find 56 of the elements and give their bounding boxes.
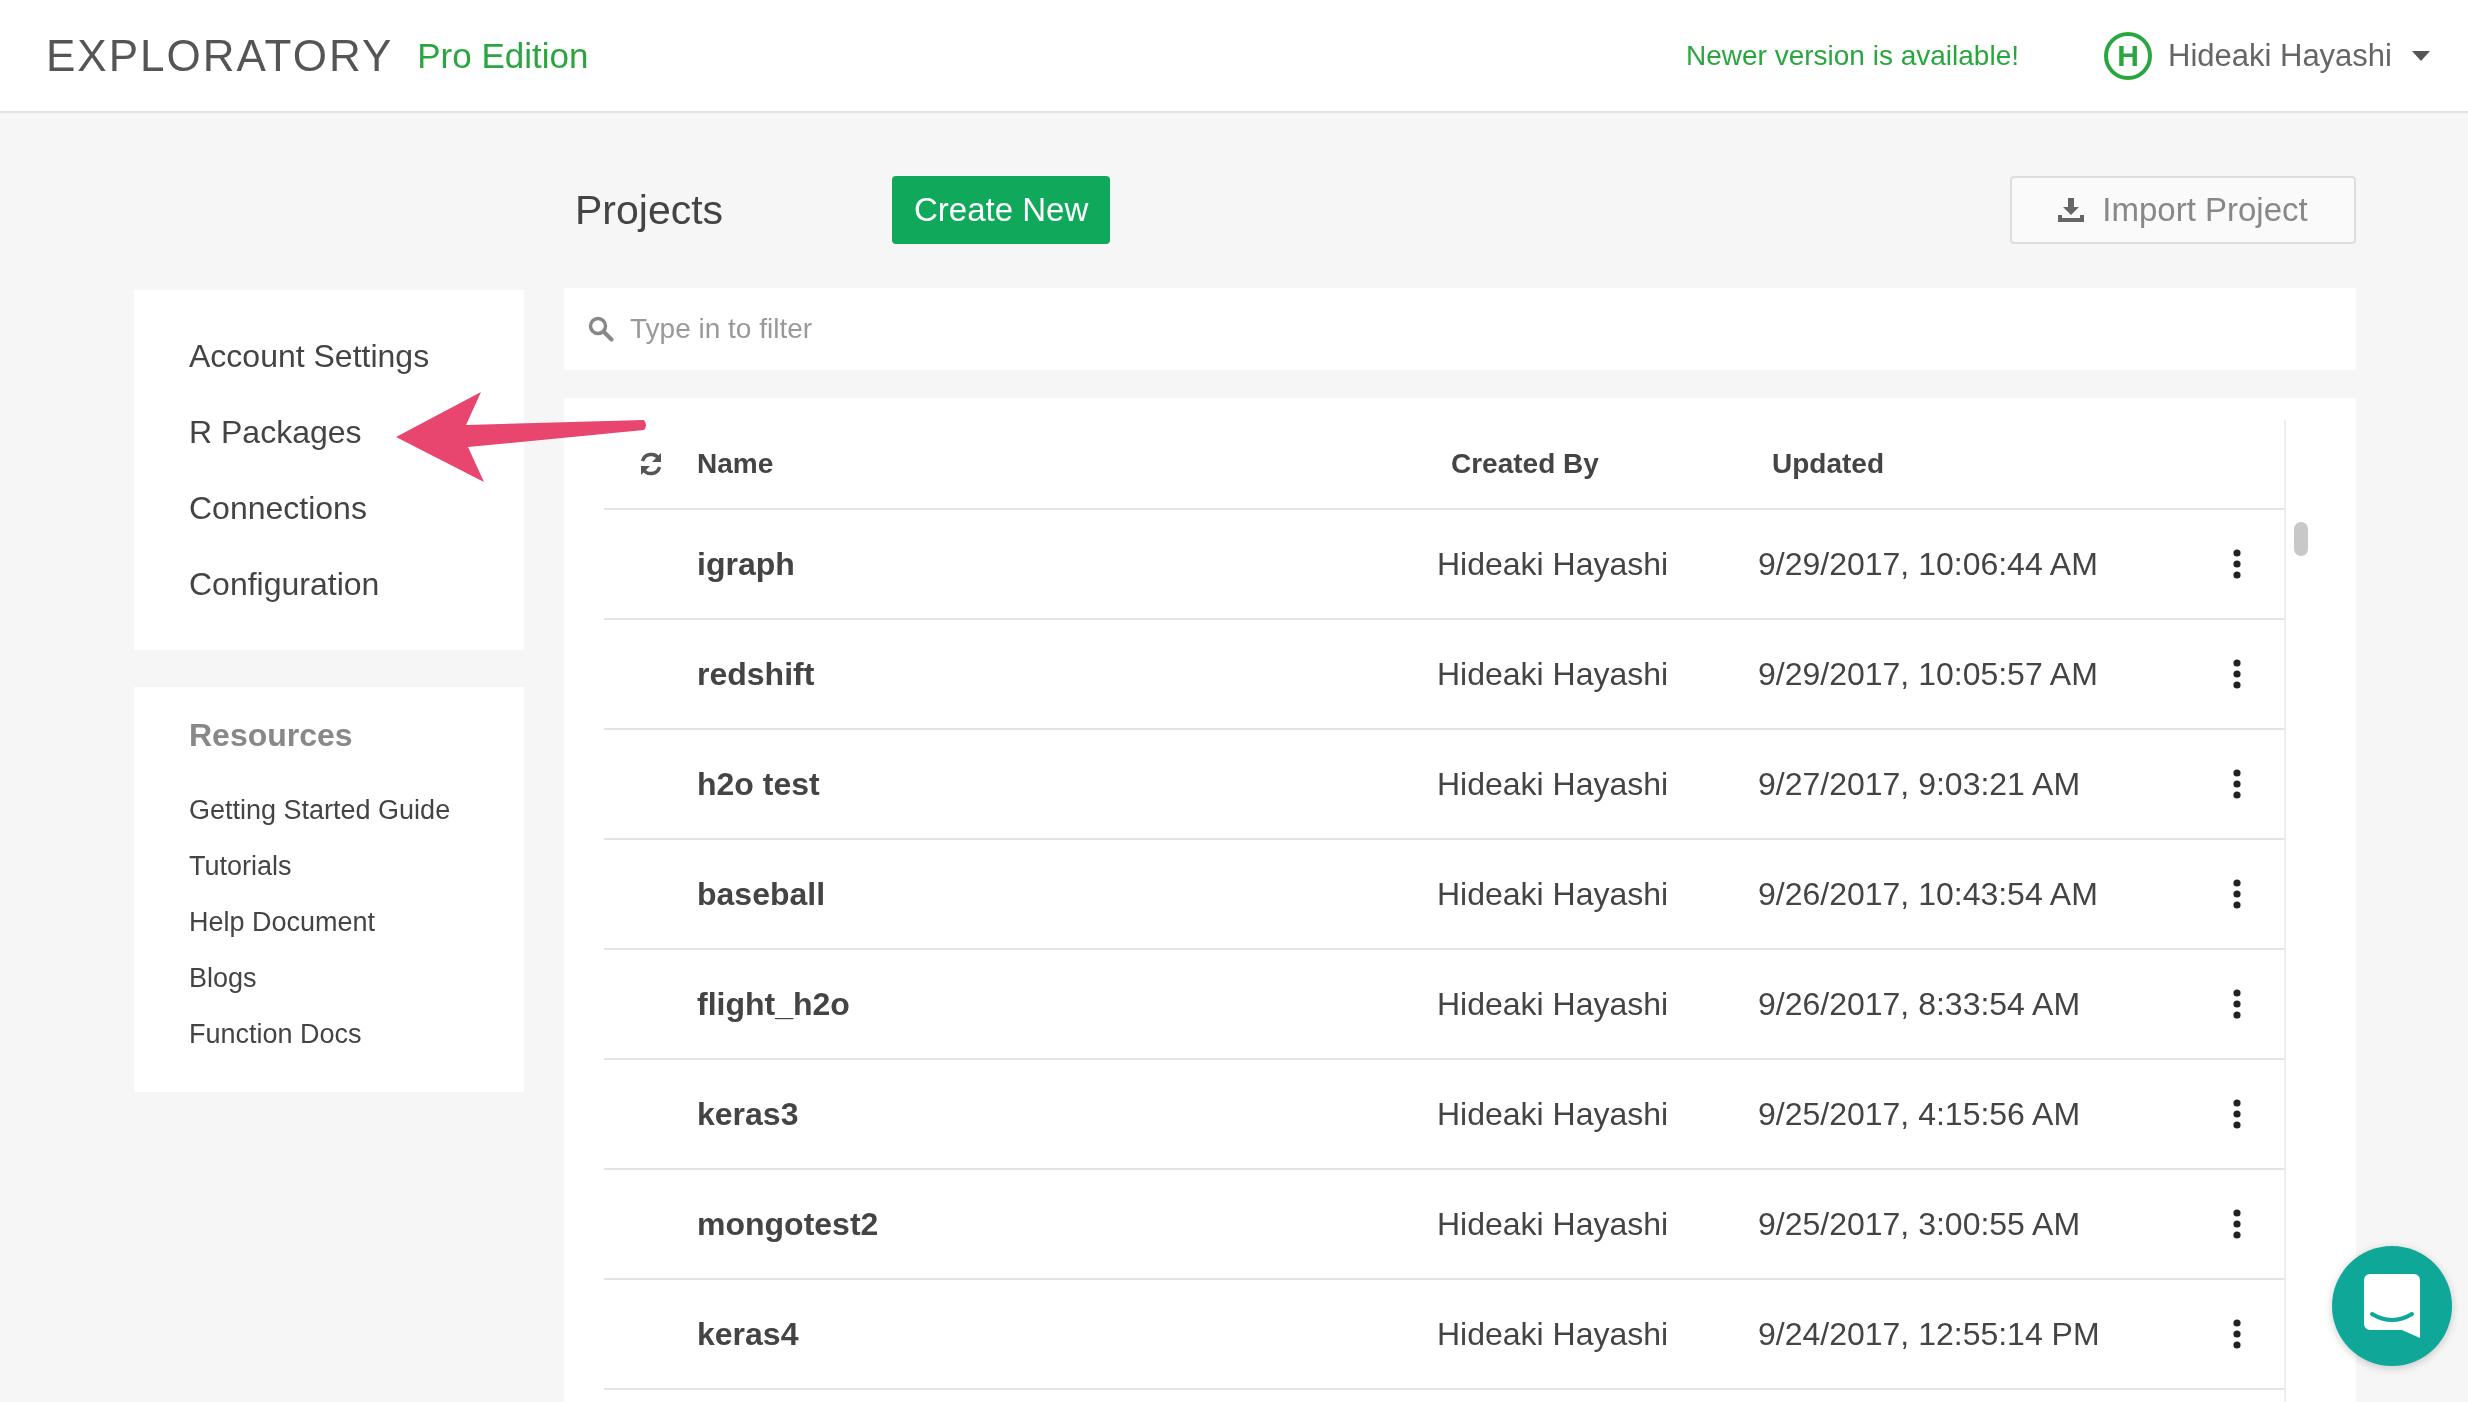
resource-link[interactable]: Getting Started Guide [189, 782, 524, 838]
settings-menu-item[interactable]: R Packages [189, 394, 524, 470]
scrollbar-thumb[interactable] [2294, 522, 2308, 556]
project-name[interactable]: keras4 [697, 1315, 1437, 1353]
table-cell-text: Hideaki Hayashi [1437, 1205, 1670, 1243]
table-cell-text: 9/26/2017, 10:43:54 AM [1758, 875, 2099, 913]
filter-field[interactable]: Type in to filter [564, 288, 2356, 370]
table-cell-text: Hideaki Hayashi [1437, 1315, 1670, 1353]
table-cell-text: 9/24/2017, 12:55:14 PM [1758, 1315, 2101, 1353]
chat-button[interactable] [2332, 1246, 2452, 1366]
table-cell-text: 9/29/2017, 10:05:57 AM [1758, 655, 2099, 693]
table-cell-text: 9/29/2017, 10:06:44 AM [1758, 545, 2099, 583]
table-cell-text: 9/25/2017, 3:00:55 AM [1758, 1205, 2082, 1243]
table-cell-text: 9/26/2017, 8:33:54 AM [1758, 985, 2082, 1023]
column-header[interactable]: Updated [1758, 448, 2218, 480]
more-options-icon[interactable] [2232, 769, 2242, 799]
more-options-icon[interactable] [2232, 659, 2242, 689]
settings-menu-item[interactable]: Account Settings [189, 318, 524, 394]
resource-link[interactable]: Tutorials [189, 838, 524, 894]
column-header[interactable]: Name [697, 448, 1437, 480]
table-cell-text: Hideaki Hayashi [1437, 1095, 1670, 1133]
more-options-icon[interactable] [2232, 1209, 2242, 1239]
column-header[interactable]: Created By [1437, 448, 1758, 480]
resources-heading: Resources [189, 717, 354, 754]
table-cell-text: 9/27/2017, 9:03:21 AM [1758, 765, 2082, 803]
chat-bubble-icon [2364, 1274, 2420, 1338]
caret-icon [2412, 50, 2430, 61]
more-options-icon[interactable] [2232, 549, 2242, 579]
table-cell-text: Hideaki Hayashi [1437, 765, 1670, 803]
resource-link[interactable]: Blogs [189, 950, 524, 1006]
page-title: Projects [575, 186, 725, 234]
project-name[interactable]: keras3 [697, 1095, 1437, 1133]
project-name[interactable]: igraph [697, 545, 1437, 583]
table-cell-text: 9/25/2017, 4:15:56 AM [1758, 1095, 2082, 1133]
project-name[interactable]: flight_h2o [697, 985, 1437, 1023]
user-avatar: H [2104, 31, 2152, 80]
project-name[interactable]: baseball [697, 875, 1437, 913]
project-name[interactable]: redshift [697, 655, 1437, 693]
resource-link[interactable]: Help Document [189, 894, 524, 950]
project-name[interactable]: h2o test [697, 765, 1437, 803]
table-cell-text: Hideaki Hayashi [1437, 655, 1670, 693]
user-menu-button[interactable]: Hideaki Hayashi [2168, 37, 2430, 74]
more-options-icon[interactable] [2232, 879, 2242, 909]
settings-menu-item[interactable]: Configuration [189, 546, 524, 622]
edition-label: Pro Edition [417, 35, 589, 76]
more-options-icon[interactable] [2232, 1099, 2242, 1129]
resource-link[interactable]: Function Docs [189, 1006, 524, 1062]
app-logo: EXPLORATORY [46, 30, 394, 81]
more-options-icon[interactable] [2232, 989, 2242, 1019]
settings-menu-item[interactable]: Connections [189, 470, 524, 546]
more-options-icon[interactable] [2232, 1319, 2242, 1349]
table-cell-text: Hideaki Hayashi [1437, 545, 1670, 583]
table-cell-text: Hideaki Hayashi [1437, 985, 1670, 1023]
download-icon [2058, 198, 2085, 222]
project-name[interactable]: mongotest2 [697, 1205, 1437, 1243]
table-cell-text: Hideaki Hayashi [1437, 875, 1670, 913]
